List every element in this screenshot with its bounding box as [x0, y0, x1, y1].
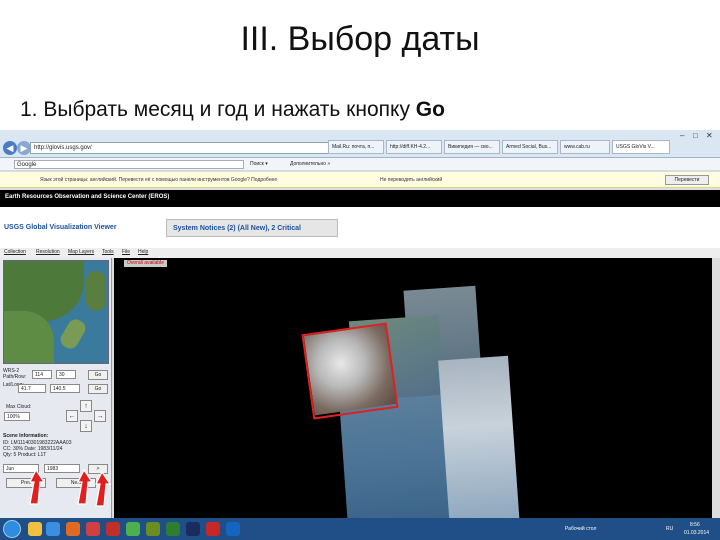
map-status: Overall available — [124, 260, 167, 267]
menu-collection[interactable]: Collection — [4, 249, 26, 255]
arrow-right-icon[interactable]: → — [94, 410, 106, 422]
go-button-path[interactable]: Go — [88, 370, 108, 380]
max-cloud-label: Max Cloud: — [6, 404, 32, 410]
red-arrow-year — [77, 468, 94, 505]
menu-tools[interactable]: Tools — [102, 249, 114, 255]
menu-resolution[interactable]: Resolution — [36, 249, 60, 255]
scene-tile[interactable] — [438, 355, 520, 526]
browser-tab[interactable]: Armed Social, Bus... — [502, 140, 558, 154]
close-icon[interactable]: ✕ — [706, 131, 713, 140]
go-button-latlong[interactable]: Go — [88, 384, 108, 394]
translate-text: Язык этой страницы: английский. Перевест… — [40, 177, 278, 183]
toolbar-more-menu[interactable]: Дополнительно » — [290, 161, 330, 167]
language-indicator[interactable]: RU — [666, 526, 673, 532]
app-icon[interactable] — [166, 522, 180, 536]
menu-map-layers[interactable]: Map Layers — [68, 249, 94, 255]
slide: III. Выбор даты 1. Выбрать месяц и год и… — [0, 0, 720, 540]
opera-icon[interactable] — [86, 522, 100, 536]
pdf-icon[interactable] — [206, 522, 220, 536]
clock-date: 01.03.2014 — [684, 530, 710, 536]
satellite-map[interactable]: Overall available — [114, 258, 720, 526]
subtitle-text: 1. Выбрать месяц и год и нажать кнопку — [20, 98, 416, 121]
arrow-down-icon[interactable]: ↓ — [80, 420, 92, 432]
browser-tab[interactable]: http://diff.KH-4.2... — [386, 140, 442, 154]
google-search-box[interactable]: Google — [14, 160, 244, 169]
start-button-icon[interactable] — [3, 520, 21, 538]
slide-subtitle: 1. Выбрать месяц и год и нажать кнопку G… — [20, 98, 445, 122]
subtitle-go-word: Go — [415, 98, 445, 121]
scene-tile[interactable] — [339, 394, 459, 526]
arrow-up-icon[interactable]: ↑ — [80, 400, 92, 412]
clock-time: 8:56 — [690, 522, 700, 528]
scene-info-label: Scene Information: — [3, 433, 49, 439]
minimize-icon[interactable]: – — [680, 131, 684, 140]
firefox-icon[interactable] — [66, 522, 80, 536]
arrow-left-icon[interactable]: ← — [66, 410, 78, 422]
translate-options[interactable]: Не переводить английский — [380, 177, 442, 183]
lon-input[interactable]: 140.5 — [50, 384, 80, 393]
menu-file[interactable]: File — [122, 249, 130, 255]
address-bar[interactable]: http://glovis.usgs.gov/ — [30, 142, 350, 154]
scene-info-line: Qty: 5 Product: L1T — [3, 452, 47, 458]
red-arrows — [29, 468, 112, 507]
lat-input[interactable]: 41.7 — [18, 384, 46, 393]
explorer-icon[interactable] — [28, 522, 42, 536]
photoshop-icon[interactable] — [186, 522, 200, 536]
translate-button[interactable]: Перевести — [665, 175, 709, 185]
red-arrow-month — [29, 468, 46, 505]
system-notices-link[interactable]: System Notices (2) (All New), 2 Critical — [166, 219, 338, 237]
forward-icon[interactable]: ▶ — [17, 141, 31, 155]
page-scrollbar[interactable] — [712, 258, 720, 526]
path-input[interactable]: 114 — [32, 370, 52, 379]
browser-tab[interactable]: www.cab.ru — [560, 140, 610, 154]
browser-screenshot: ◀ ▶ http://glovis.usgs.gov/ Mail.Ru: поч… — [0, 130, 720, 540]
row-input[interactable]: 30 — [56, 370, 76, 379]
media-icon[interactable] — [106, 522, 120, 536]
back-icon[interactable]: ◀ — [3, 141, 17, 155]
max-cloud-select[interactable]: 100% — [4, 412, 30, 421]
selected-scene-outline — [301, 322, 399, 420]
maximize-icon[interactable]: □ — [693, 131, 698, 140]
app-title: USGS Global Visualization Viewer — [4, 224, 117, 231]
red-arrow-go — [95, 470, 112, 507]
tray-text: Рабочий стол — [565, 526, 597, 532]
slide-title: III. Выбор даты — [240, 20, 480, 58]
ie-icon[interactable] — [46, 522, 60, 536]
browser-tab-active[interactable]: USGS GloVis V... — [612, 140, 670, 154]
overview-map[interactable] — [3, 260, 109, 364]
wrs-label: WRS-2 Path/Row: — [3, 368, 27, 380]
chrome-icon[interactable] — [126, 522, 140, 536]
eros-title: Earth Resources Observation and Science … — [5, 194, 170, 200]
browser-tab[interactable]: Википедия — сво... — [444, 140, 500, 154]
menu-help[interactable]: Help — [138, 249, 148, 255]
word-icon[interactable] — [226, 522, 240, 536]
toolbar-search-menu[interactable]: Поиск ▾ — [250, 161, 268, 167]
app-icon[interactable] — [146, 522, 160, 536]
browser-tab[interactable]: Mail.Ru: почта, п... — [328, 140, 384, 154]
